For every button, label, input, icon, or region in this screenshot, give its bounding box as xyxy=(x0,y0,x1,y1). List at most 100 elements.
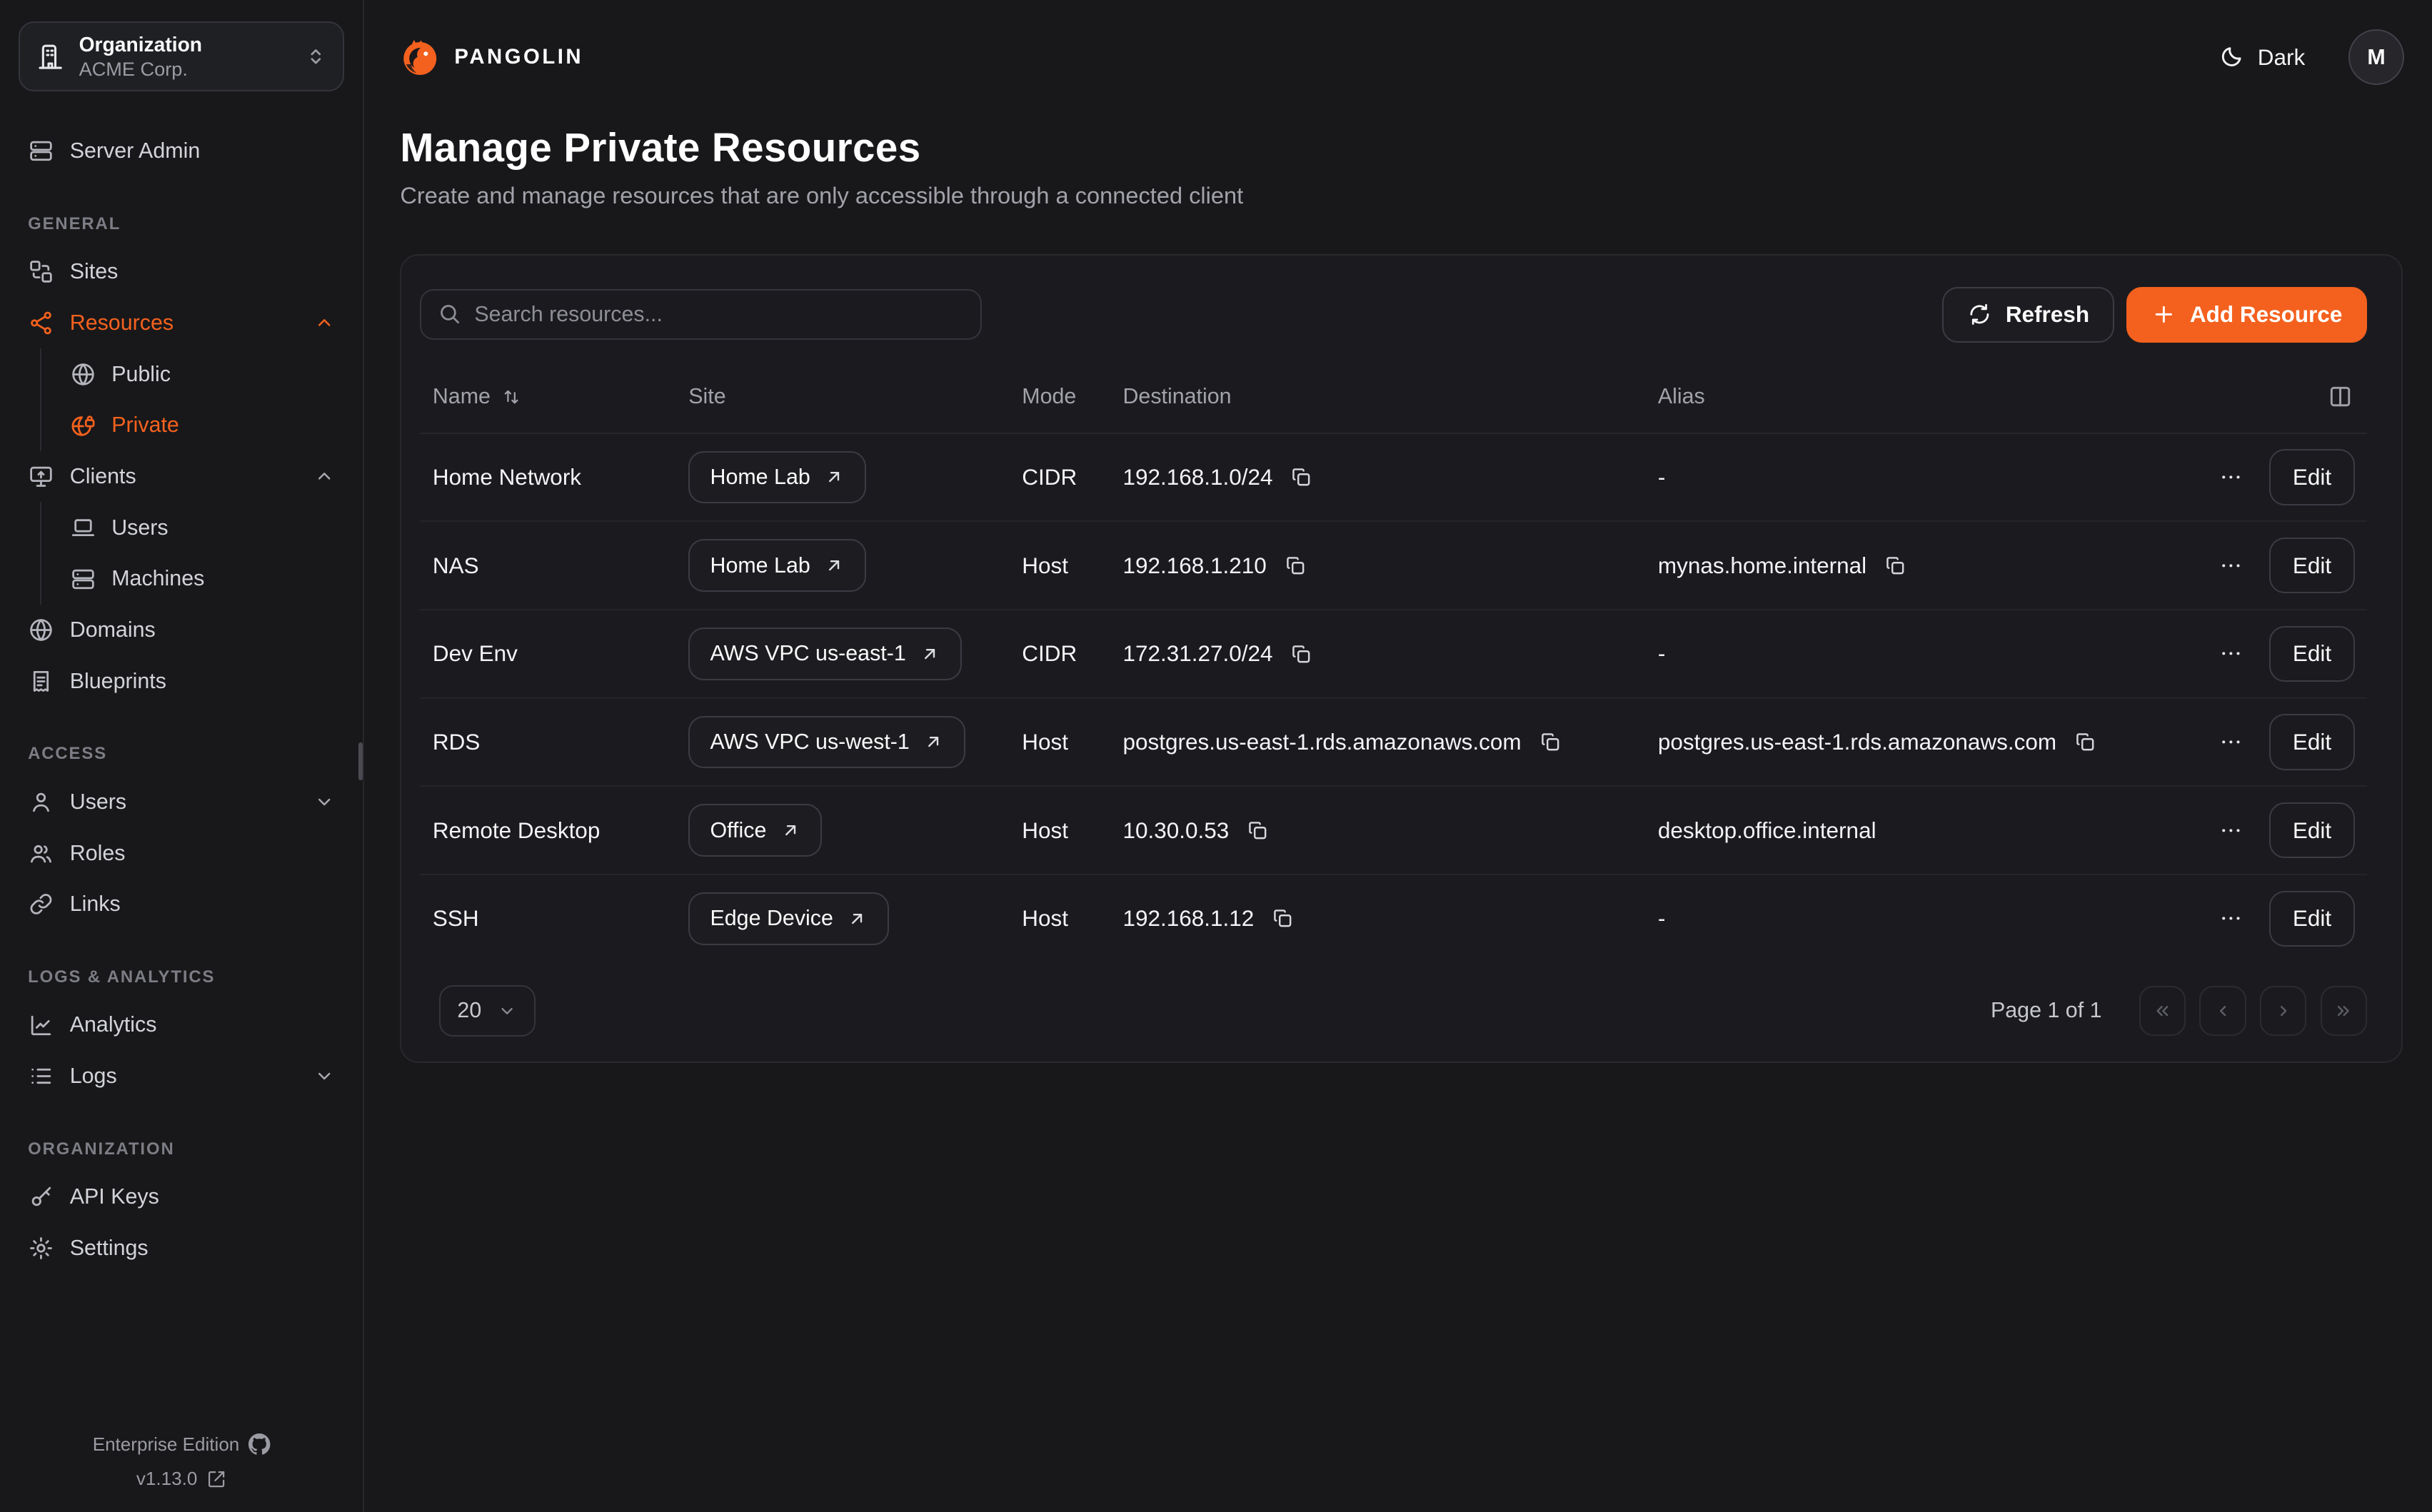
sidebar-item-resources[interactable]: Resources xyxy=(19,298,344,349)
search-input[interactable] xyxy=(420,289,981,341)
globe-lock-icon xyxy=(70,412,96,438)
next-page-button[interactable] xyxy=(2260,986,2306,1036)
arrow-up-right-icon xyxy=(780,820,800,840)
add-resource-button[interactable]: Add Resource xyxy=(2126,287,2367,343)
org-selector-label: Organization xyxy=(79,32,202,57)
sidebar-section-general: GENERAL xyxy=(28,214,335,234)
row-menu-button[interactable] xyxy=(2219,730,2243,755)
edit-button[interactable]: Edit xyxy=(2269,802,2354,858)
destination-copy-button[interactable] xyxy=(1539,730,1562,754)
resource-mode: CIDR xyxy=(1022,464,1077,490)
edit-button[interactable]: Edit xyxy=(2269,538,2354,593)
brand[interactable]: PANGOLIN xyxy=(400,37,583,77)
alias-copy-button[interactable] xyxy=(1884,554,1907,578)
resource-name: Dev Env xyxy=(433,640,518,667)
destination-copy-button[interactable] xyxy=(1290,642,1313,666)
resource-name: Remote Desktop xyxy=(433,817,601,844)
column-header-name[interactable]: Name xyxy=(420,384,675,409)
page-subtitle: Create and manage resources that are onl… xyxy=(400,183,2404,209)
refresh-button[interactable]: Refresh xyxy=(1942,287,2114,343)
table-row: Remote Desktop Office Host 10.30.0.53 de… xyxy=(420,787,2366,875)
topbar-right: Dark M xyxy=(2209,29,2403,85)
resource-name: Home Network xyxy=(433,464,581,490)
resource-mode: Host xyxy=(1022,905,1068,932)
brand-name: PANGOLIN xyxy=(454,45,583,69)
page-size-select[interactable]: 20 xyxy=(439,985,536,1037)
monitor-up-icon xyxy=(28,463,54,490)
site-link-button[interactable]: Office xyxy=(688,804,822,857)
sidebar-item-public[interactable]: Public xyxy=(61,348,345,400)
sidebar-item-roles[interactable]: Roles xyxy=(19,827,344,879)
sidebar-item-machines[interactable]: Machines xyxy=(61,553,345,605)
sidebar-scrollbar[interactable] xyxy=(358,742,363,780)
alias-copy-button[interactable] xyxy=(2074,730,2097,754)
chevron-up-icon xyxy=(313,465,335,487)
site-link-button[interactable]: AWS VPC us-west-1 xyxy=(688,716,965,769)
sidebar-item-clients[interactable]: Clients xyxy=(19,451,344,503)
site-link-button[interactable]: Home Lab xyxy=(688,451,866,504)
sidebar-item-label: Clients xyxy=(70,464,136,489)
sidebar-item-analytics[interactable]: Analytics xyxy=(19,999,344,1051)
pangolin-logo-icon xyxy=(400,37,440,77)
sidebar-item-client-users[interactable]: Users xyxy=(61,502,345,553)
prev-page-button[interactable] xyxy=(2199,986,2246,1036)
pagination-right: Page 1 of 1 xyxy=(1991,986,2367,1036)
refresh-button-label: Refresh xyxy=(2006,301,2089,328)
edition-label: Enterprise Edition xyxy=(93,1433,240,1456)
sidebar-item-logs[interactable]: Logs xyxy=(19,1051,344,1102)
first-page-button[interactable] xyxy=(2139,986,2186,1036)
edit-button[interactable]: Edit xyxy=(2269,626,2354,682)
site-name: Home Lab xyxy=(710,465,810,490)
sidebar-item-domains[interactable]: Domains xyxy=(19,605,344,656)
plus-icon xyxy=(2151,302,2176,327)
destination-copy-button[interactable] xyxy=(1271,907,1295,930)
site-link-button[interactable]: Home Lab xyxy=(688,539,866,592)
sidebar-item-links[interactable]: Links xyxy=(19,879,344,930)
resource-mode: Host xyxy=(1022,817,1068,844)
row-menu-button[interactable] xyxy=(2219,465,2243,490)
row-menu-button[interactable] xyxy=(2219,818,2243,843)
sidebar-item-sites[interactable]: Sites xyxy=(19,246,344,298)
users-icon xyxy=(28,840,54,867)
clients-subgroup: Users Machines xyxy=(40,502,344,604)
chevrons-up-down-icon xyxy=(304,45,328,69)
page-size-value: 20 xyxy=(457,998,481,1023)
sidebar-section-logs: LOGS & ANALYTICS xyxy=(28,967,335,987)
row-menu-button[interactable] xyxy=(2219,641,2243,666)
sidebar-item-label: Public xyxy=(111,362,171,387)
resources-card: Refresh Add Resource Name Site xyxy=(400,254,2402,1062)
edit-button[interactable]: Edit xyxy=(2269,714,2354,770)
destination-copy-button[interactable] xyxy=(1246,819,1270,842)
destination-copy-button[interactable] xyxy=(1290,465,1313,489)
sidebar-item-label: Sites xyxy=(70,259,119,284)
sidebar-item-blueprints[interactable]: Blueprints xyxy=(19,655,344,707)
user-icon xyxy=(28,789,54,815)
resource-alias: - xyxy=(1658,464,1666,490)
row-menu-button[interactable] xyxy=(2219,553,2243,578)
sidebar-item-label: Server Admin xyxy=(70,138,201,163)
external-link-icon[interactable] xyxy=(206,1469,226,1489)
destination-copy-button[interactable] xyxy=(1284,554,1307,578)
sidebar-item-server-admin[interactable]: Server Admin xyxy=(19,126,344,177)
column-visibility-button[interactable] xyxy=(2326,383,2354,410)
sidebar-item-settings[interactable]: Settings xyxy=(19,1223,344,1274)
sidebar-item-api-keys[interactable]: API Keys xyxy=(19,1171,344,1223)
row-menu-button[interactable] xyxy=(2219,906,2243,931)
github-icon[interactable] xyxy=(248,1433,270,1455)
last-page-button[interactable] xyxy=(2321,986,2367,1036)
edit-button[interactable]: Edit xyxy=(2269,891,2354,947)
theme-toggle-button[interactable]: Dark xyxy=(2209,43,2314,72)
resource-destination: 10.30.0.53 xyxy=(1122,817,1229,844)
sidebar-item-label: Resources xyxy=(70,311,174,336)
site-link-button[interactable]: AWS VPC us-east-1 xyxy=(688,628,962,680)
list-icon xyxy=(28,1063,54,1089)
sidebar-item-label: Settings xyxy=(70,1236,149,1261)
sidebar-item-private[interactable]: Private xyxy=(61,400,345,451)
avatar[interactable]: M xyxy=(2348,29,2404,85)
avatar-initial: M xyxy=(2367,45,2385,70)
site-link-button[interactable]: Edge Device xyxy=(688,892,889,945)
server-icon xyxy=(28,138,54,164)
sidebar-item-users[interactable]: Users xyxy=(19,777,344,828)
edit-button[interactable]: Edit xyxy=(2269,449,2354,505)
org-selector[interactable]: Organization ACME Corp. xyxy=(19,21,344,91)
